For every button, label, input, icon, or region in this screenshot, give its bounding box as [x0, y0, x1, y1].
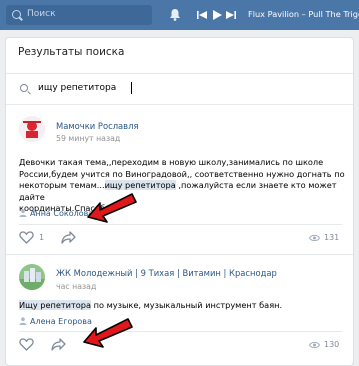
like-heart-icon[interactable]	[19, 338, 34, 351]
global-search-input[interactable]: Поиск	[6, 5, 152, 25]
search-results-panel: Результаты поиска ищу репетитора Мамочки…	[5, 37, 354, 366]
search-icon	[12, 10, 21, 19]
post-text-line: России,будем учится по Виноградовой,, со…	[19, 168, 345, 179]
previous-track-icon[interactable]	[197, 11, 207, 19]
person-icon	[19, 209, 27, 217]
annotation-arrow-icon	[87, 193, 137, 223]
post-item: ЖК Молодежный | 9 Тихая | Витамин | Крас…	[6, 254, 353, 365]
post-author-link[interactable]: Мамочки Рославля	[56, 121, 139, 131]
share-icon[interactable]	[51, 338, 66, 351]
search-match-highlight: Ищу репетитора	[19, 300, 91, 310]
search-placeholder: Поиск	[27, 9, 56, 19]
like-count: 1	[39, 233, 45, 242]
post-time[interactable]: час назад	[56, 282, 96, 291]
avatar-image	[19, 264, 45, 290]
now-playing-track[interactable]: Flux Pavilion – Pull The Trigger	[248, 9, 359, 19]
views-eye-icon	[309, 341, 320, 349]
search-query-input[interactable]: ищу репетитора	[6, 74, 353, 104]
audio-player-controls	[197, 10, 236, 20]
post-text-line: Девочки такая тема,,переходим в новую шк…	[19, 157, 324, 167]
post-item: Мамочки Рославля 59 минут назад Девочки …	[6, 104, 353, 259]
community-avatar[interactable]	[19, 264, 45, 290]
views-count: 130	[324, 340, 340, 349]
avatar-image	[19, 116, 45, 142]
post-text: Ищу репетитора по музыке, музыкальный ин…	[19, 300, 349, 312]
views-eye-icon	[309, 234, 320, 242]
post-signer[interactable]: Алена Егорова	[19, 317, 92, 326]
text-cursor	[131, 82, 132, 94]
post-time[interactable]: 59 минут назад	[56, 134, 120, 143]
play-icon[interactable]	[213, 10, 222, 20]
post-signer[interactable]: Анна Соколова	[19, 209, 93, 218]
post-author-link[interactable]: ЖК Молодежный | 9 Тихая | Витамин | Крас…	[56, 268, 277, 278]
notifications-bell-icon[interactable]	[169, 8, 181, 21]
share-icon[interactable]	[61, 231, 76, 244]
annotation-arrow-icon	[83, 318, 133, 348]
top-bar: Поиск Flux Pavilion – Pull The Trigger	[0, 0, 359, 30]
views-count: 131	[324, 233, 340, 242]
post-text-line: некоторым темам...ищу репетитора ,пожалу…	[19, 180, 337, 202]
divider	[19, 224, 342, 225]
signer-name: Анна Соколова	[30, 209, 94, 218]
like-heart-icon[interactable]	[19, 231, 34, 244]
post-text: Девочки такая тема,,переходим в новую шк…	[19, 157, 349, 215]
person-icon	[19, 317, 27, 325]
search-query-text: ищу репетитора	[38, 83, 117, 93]
divider	[19, 331, 342, 332]
search-icon	[20, 84, 28, 92]
post-text-line: Ищу репетитора по музыке, музыкальный ин…	[19, 300, 283, 310]
search-match-highlight: ищу репетитора	[104, 180, 176, 190]
page-title: Результаты поиска	[18, 46, 125, 58]
community-avatar[interactable]	[19, 116, 45, 142]
next-track-icon[interactable]	[226, 11, 236, 19]
